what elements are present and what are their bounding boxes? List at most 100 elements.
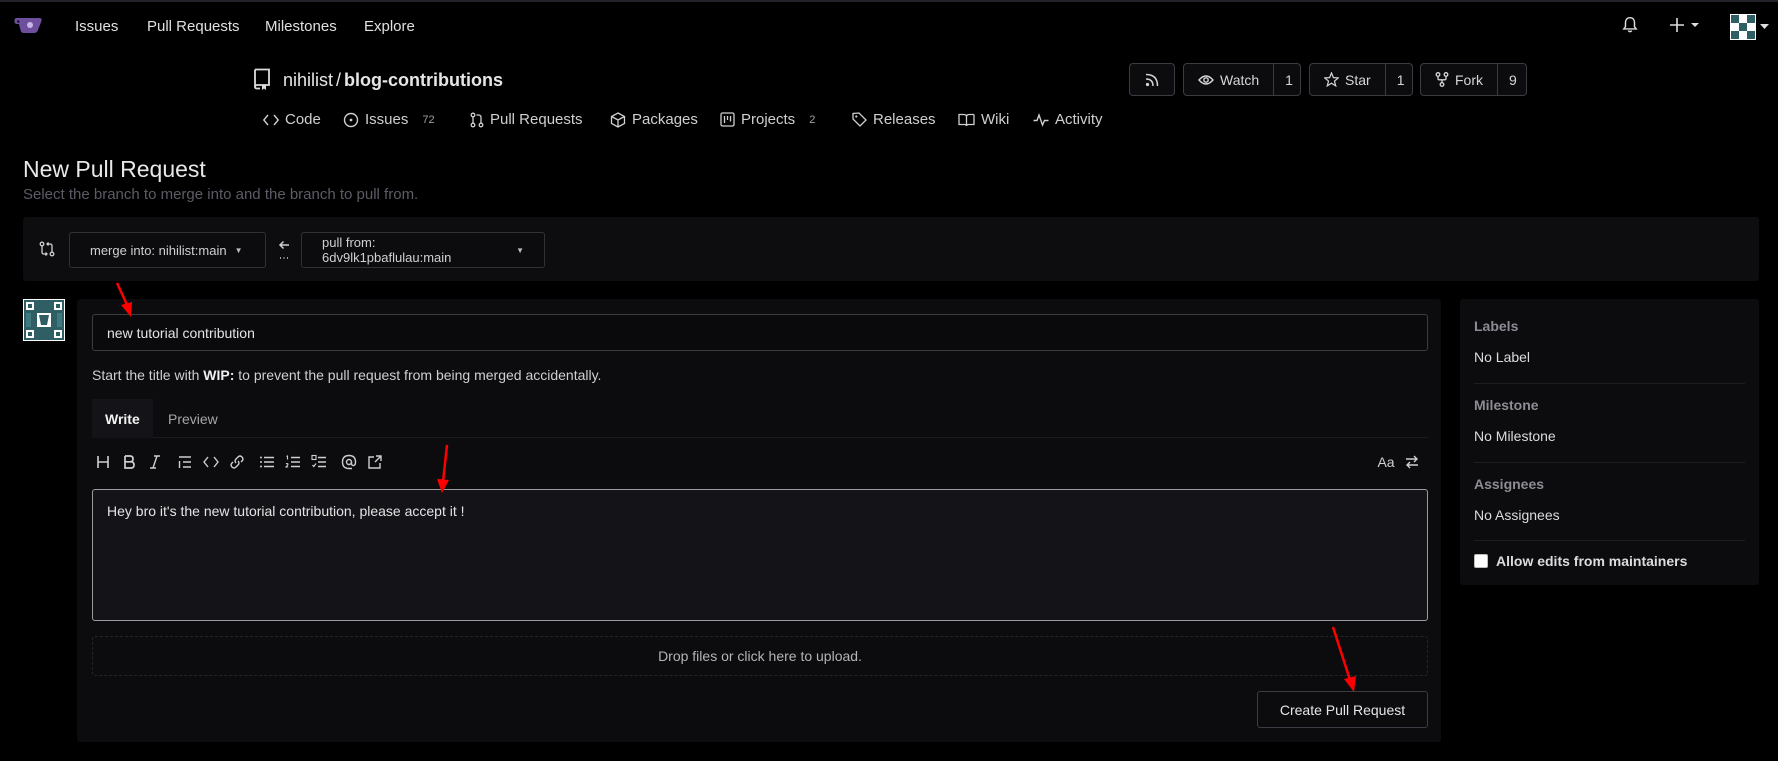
wip-keyword: WIP: — [203, 367, 235, 383]
tag-icon — [852, 112, 867, 127]
tab-packages[interactable]: Packages — [610, 111, 698, 128]
repo-owner-link[interactable]: nihilist — [283, 70, 333, 90]
tab-activity-label: Activity — [1055, 111, 1103, 128]
heading-icon[interactable] — [93, 452, 113, 472]
pr-title-input[interactable] — [92, 314, 1428, 351]
labels-heading[interactable]: Labels — [1474, 318, 1518, 334]
compare-icon — [39, 241, 55, 257]
assignees-value: No Assignees — [1474, 507, 1560, 523]
wip-hint: Start the title with WIP: to prevent the… — [92, 367, 601, 383]
bell-icon[interactable] — [1621, 16, 1639, 34]
pr-sidebar: Labels No Label Milestone No Milestone A… — [1460, 299, 1759, 585]
task-list-icon[interactable] — [309, 452, 329, 472]
wip-hint-suffix: to prevent the pull request from being m… — [238, 367, 602, 383]
star-count[interactable]: 1 — [1384, 64, 1416, 95]
star-button-group: Star 1 — [1309, 63, 1413, 96]
tab-releases-label: Releases — [873, 111, 936, 128]
project-icon — [720, 112, 735, 127]
tab-preview[interactable]: Preview — [155, 399, 231, 438]
code-icon[interactable] — [201, 452, 221, 472]
allow-edits-checkbox[interactable]: Allow edits from maintainers — [1474, 553, 1687, 569]
monospace-toggle-icon[interactable]: Aa — [1375, 452, 1397, 472]
checkbox-box[interactable] — [1474, 554, 1488, 568]
ordered-list-icon[interactable] — [283, 452, 303, 472]
arrow-left-icon — [278, 240, 289, 259]
merge-into-dropdown[interactable]: merge into: nihilist:main ▼ — [69, 232, 266, 268]
pr-body-textarea[interactable]: Hey bro it's the new tutorial contributi… — [92, 489, 1428, 621]
gitea-logo-icon[interactable] — [14, 14, 44, 36]
switch-editor-icon[interactable] — [1402, 452, 1422, 472]
fork-button[interactable]: Fork — [1421, 64, 1497, 95]
wip-hint-prefix: Start the title with — [92, 367, 200, 383]
rss-button[interactable] — [1129, 63, 1175, 96]
nav-pull-requests[interactable]: Pull Requests — [147, 18, 240, 35]
pull-from-dropdown[interactable]: pull from: 6dv9lk1pbaflulau:main ▼ — [301, 232, 545, 268]
fork-count[interactable]: 9 — [1497, 64, 1528, 95]
watch-button[interactable]: Watch — [1184, 64, 1273, 95]
top-navbar: Issues Pull Requests Milestones Explore — [0, 2, 1778, 50]
create-plus-icon[interactable] — [1670, 17, 1700, 33]
page-title: New Pull Request — [23, 156, 206, 182]
sidebar-divider — [1474, 540, 1745, 541]
caret-down-icon: ▼ — [234, 245, 243, 255]
tab-releases[interactable]: Releases — [852, 111, 936, 128]
assignees-heading[interactable]: Assignees — [1474, 476, 1544, 492]
link-icon[interactable] — [227, 452, 247, 472]
quote-icon[interactable] — [175, 452, 195, 472]
watch-label: Watch — [1220, 71, 1260, 88]
tab-issues-label: Issues — [365, 111, 409, 128]
repo-icon — [254, 68, 270, 90]
tab-projects[interactable]: Projects 2 — [720, 111, 815, 128]
nav-milestones[interactable]: Milestones — [265, 18, 337, 35]
book-icon — [958, 113, 975, 126]
watch-button-group: Watch 1 — [1183, 63, 1301, 96]
page-subtitle: Select the branch to merge into and the … — [23, 186, 419, 203]
tab-wiki[interactable]: Wiki — [958, 111, 1009, 128]
sidebar-divider — [1474, 383, 1745, 384]
markdown-toolbar: Aa — [92, 447, 1428, 477]
pull-request-icon — [470, 112, 484, 127]
eye-icon — [1198, 74, 1214, 85]
editor-tabs: Write Preview — [92, 399, 1428, 438]
milestone-value: No Milestone — [1474, 428, 1556, 444]
bold-icon[interactable] — [119, 452, 139, 472]
star-button[interactable]: Star — [1310, 64, 1385, 95]
fork-label: Fork — [1455, 71, 1483, 88]
repo-title: nihilist / blog-contributions — [283, 70, 503, 91]
watch-count[interactable]: 1 — [1273, 64, 1304, 95]
tab-pull-requests[interactable]: Pull Requests — [470, 111, 583, 128]
mention-icon[interactable] — [339, 452, 359, 472]
package-icon — [610, 111, 626, 128]
fork-button-group: Fork 9 — [1420, 63, 1527, 96]
unordered-list-icon[interactable] — [257, 452, 277, 472]
milestone-heading[interactable]: Milestone — [1474, 397, 1539, 413]
pull-from-label: pull from: 6dv9lk1pbaflulau:main — [322, 235, 452, 265]
nav-issues[interactable]: Issues — [75, 18, 118, 35]
repo-name-link[interactable]: blog-contributions — [344, 70, 503, 90]
file-dropzone[interactable]: Drop files or click here to upload. — [92, 636, 1428, 676]
branch-compare-bar: merge into: nihilist:main ▼ pull from: 6… — [23, 217, 1759, 281]
user-avatar[interactable] — [23, 299, 65, 341]
pull-request-form: Start the title with WIP: to prevent the… — [77, 299, 1441, 742]
tab-write[interactable]: Write — [92, 399, 153, 438]
nav-explore[interactable]: Explore — [364, 18, 415, 35]
tab-code[interactable]: Code — [263, 111, 321, 128]
allow-edits-label: Allow edits from maintainers — [1496, 553, 1688, 569]
create-pull-request-button[interactable]: Create Pull Request — [1257, 691, 1428, 728]
fork-icon — [1435, 72, 1449, 87]
tab-issues-badge: 72 — [422, 113, 435, 126]
tab-wiki-label: Wiki — [981, 111, 1010, 128]
labels-value: No Label — [1474, 349, 1531, 365]
monospace-toggle-label: Aa — [1377, 454, 1395, 470]
tab-packages-label: Packages — [632, 111, 698, 128]
tab-activity[interactable]: Activity — [1033, 111, 1103, 128]
user-avatar-small[interactable] — [1730, 14, 1756, 40]
star-label: Star — [1345, 71, 1371, 88]
code-icon — [263, 114, 279, 125]
sidebar-divider — [1474, 462, 1745, 463]
tab-issues[interactable]: Issues 72 — [343, 111, 435, 128]
tab-code-label: Code — [285, 111, 321, 128]
chevron-down-icon[interactable] — [1760, 24, 1769, 30]
italic-icon[interactable] — [145, 452, 165, 472]
cross-reference-icon[interactable] — [365, 452, 385, 472]
